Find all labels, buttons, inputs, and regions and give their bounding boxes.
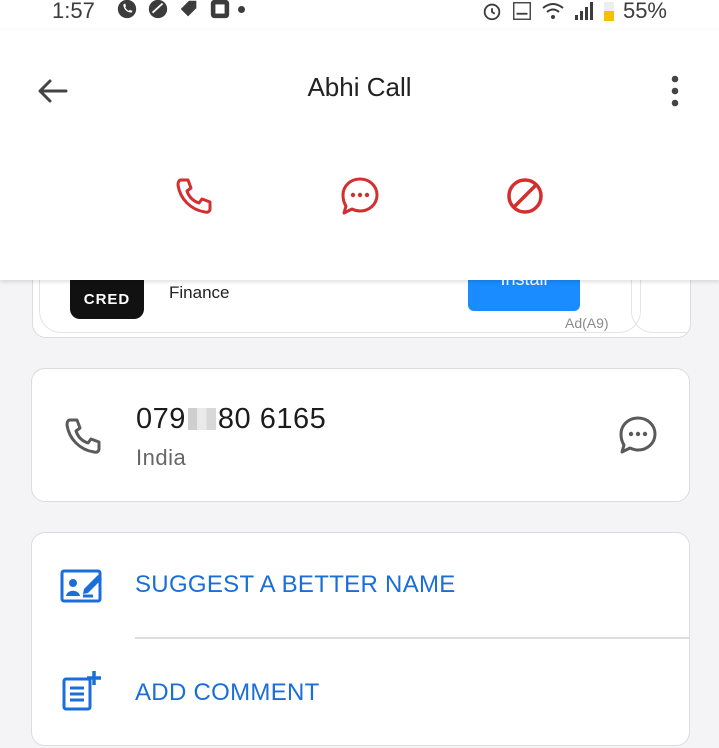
call-action-icon[interactable] bbox=[174, 176, 214, 216]
battery-icon bbox=[603, 2, 614, 21]
phone-icon[interactable] bbox=[62, 415, 104, 457]
more-options-icon[interactable] bbox=[664, 74, 686, 110]
alarm-icon bbox=[483, 3, 501, 21]
contact-header: Abhi Call bbox=[0, 30, 719, 280]
status-bar: 1:57 55% bbox=[0, 0, 719, 30]
contact-name-title: Abhi Call bbox=[307, 72, 412, 102]
tag-notification-icon bbox=[180, 0, 197, 17]
gallery-notification-icon bbox=[210, 0, 230, 19]
sms-icon[interactable] bbox=[618, 415, 658, 455]
add-comment-label: ADD COMMENT bbox=[135, 679, 320, 706]
add-comment-row[interactable]: ADD COMMENT bbox=[32, 639, 689, 743]
phone-country: India bbox=[136, 445, 187, 470]
status-time: 1:57 bbox=[52, 0, 95, 23]
contact-options-card: SUGGEST A BETTER NAME ADD COMMENT bbox=[31, 532, 690, 746]
wifi-icon bbox=[542, 3, 564, 19]
call-notification-icon bbox=[117, 0, 137, 19]
signal-icon bbox=[574, 2, 593, 20]
redacted-digits bbox=[187, 408, 216, 430]
suggest-name-label: SUGGEST A BETTER NAME bbox=[135, 571, 456, 598]
phone-number-card[interactable]: 079 80 6165 India bbox=[31, 368, 690, 502]
add-comment-icon bbox=[62, 671, 101, 711]
suggest-name-row[interactable]: SUGGEST A BETTER NAME bbox=[32, 533, 689, 637]
message-action-icon[interactable] bbox=[340, 176, 380, 216]
phone-number-suffix: 80 6165 bbox=[217, 403, 327, 435]
block-action-icon[interactable] bbox=[505, 176, 545, 216]
battery-percentage: 55% bbox=[622, 0, 667, 23]
system-icons: 55% bbox=[481, 0, 667, 24]
ad-brand-name: CRED bbox=[83, 291, 131, 308]
phone-number: 079 80 6165 bbox=[136, 403, 326, 436]
quick-actions bbox=[0, 176, 719, 216]
edit-name-icon bbox=[60, 569, 102, 603]
app-notification-icon bbox=[148, 0, 168, 19]
more-notifications-dot bbox=[238, 5, 245, 13]
volte-icon bbox=[513, 2, 531, 20]
ad-label: Ad(A9) bbox=[565, 315, 609, 331]
notification-icons bbox=[116, 0, 245, 20]
phone-number-prefix: 079 bbox=[136, 403, 186, 435]
ad-app-category: Finance bbox=[169, 283, 230, 302]
